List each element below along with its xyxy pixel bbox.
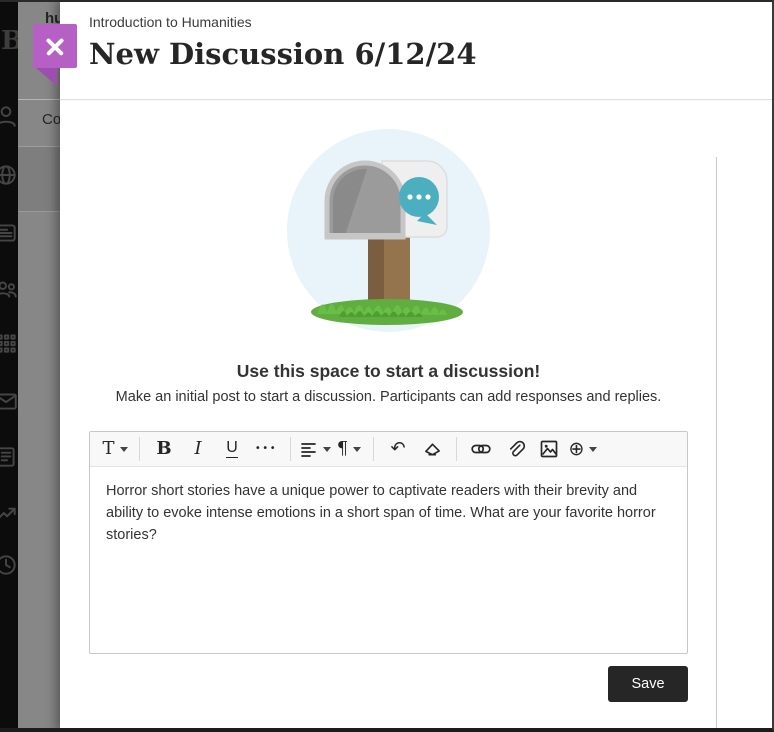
messages-icon[interactable] [0, 388, 18, 414]
chevron-down-icon [353, 447, 361, 452]
actions-row: Save [89, 666, 688, 702]
close-icon [44, 35, 66, 57]
chevron-down-icon [589, 447, 597, 452]
underline-button[interactable]: U [215, 435, 249, 463]
content-column: Use this space to start a discussion! Ma… [89, 129, 688, 702]
italic-button[interactable]: I [181, 435, 215, 463]
bold-icon: B [156, 440, 171, 458]
remove-formatting-button[interactable] [415, 435, 449, 463]
toolbar-divider [290, 437, 291, 461]
empty-state-heading: Use this space to start a discussion! [89, 361, 688, 382]
insert-link-button[interactable] [464, 435, 498, 463]
dimmed-page-text-content: Co [42, 111, 60, 128]
divider [18, 211, 60, 212]
image-icon [540, 440, 558, 458]
profile-icon[interactable] [0, 103, 18, 129]
paragraph-icon: ¶ [337, 440, 348, 458]
activity-icon[interactable] [0, 500, 18, 526]
page-title: New Discussion 6/12/24 [60, 30, 774, 71]
app-sidebar: B [0, 0, 18, 732]
italic-icon: I [194, 440, 201, 458]
close-button[interactable] [33, 24, 77, 68]
chevron-down-icon [120, 447, 128, 452]
rich-text-editor: T B I U ••• [89, 431, 688, 654]
more-options-icon: ••• [255, 444, 277, 454]
gradebook-icon[interactable] [0, 444, 18, 470]
underline-icon: U [226, 440, 238, 458]
panel-scroll-divider [716, 157, 717, 732]
undo-button[interactable]: ↶ [381, 435, 415, 463]
add-content-icon: ⊕ [569, 440, 585, 459]
align-button[interactable] [298, 435, 332, 463]
blackboard-logo-icon: B [1, 26, 18, 56]
toolbar-divider [139, 437, 140, 461]
breadcrumb-course-name: Introduction to Humanities [60, 0, 774, 30]
divider [18, 99, 60, 100]
recent-activity-clock-icon[interactable] [0, 552, 18, 578]
new-discussion-modal: Introduction to Humanities New Discussio… [60, 0, 774, 732]
eraser-icon [423, 440, 442, 459]
more-formatting-button[interactable]: ••• [249, 435, 283, 463]
discussion-post-input[interactable]: Horror short stories have a unique power… [90, 467, 687, 653]
editor-toolbar: T B I U ••• [90, 432, 687, 467]
toolbar-divider [373, 437, 374, 461]
text-style-icon: T [102, 440, 114, 458]
bold-button[interactable]: B [147, 435, 181, 463]
institution-page-icon[interactable] [0, 220, 18, 246]
modal-body: Use this space to start a discussion! Ma… [60, 129, 774, 732]
dimmed-section [18, 147, 60, 211]
align-left-icon [300, 440, 318, 458]
screen: B hu Co [0, 0, 774, 732]
groups-icon[interactable] [0, 276, 18, 302]
modal-header: Introduction to Humanities New Discussio… [60, 0, 774, 100]
chevron-down-icon [323, 447, 331, 452]
text-style-button[interactable]: T [98, 435, 132, 463]
attach-file-button[interactable] [498, 435, 532, 463]
globe-icon[interactable] [0, 162, 18, 188]
paragraph-style-button[interactable]: ¶ [332, 435, 366, 463]
undo-icon: ↶ [390, 440, 405, 458]
toolbar-divider [456, 437, 457, 461]
link-icon [471, 442, 491, 456]
add-content-button[interactable]: ⊕ [566, 435, 600, 463]
dimmed-page-overlay: hu Co [18, 0, 60, 732]
directory-grid-icon[interactable] [0, 330, 18, 356]
empty-state-description: Make an initial post to start a discussi… [89, 389, 688, 405]
paperclip-icon [506, 440, 525, 459]
save-button[interactable]: Save [608, 666, 688, 702]
insert-image-button[interactable] [532, 435, 566, 463]
mailbox-illustration [287, 129, 490, 332]
